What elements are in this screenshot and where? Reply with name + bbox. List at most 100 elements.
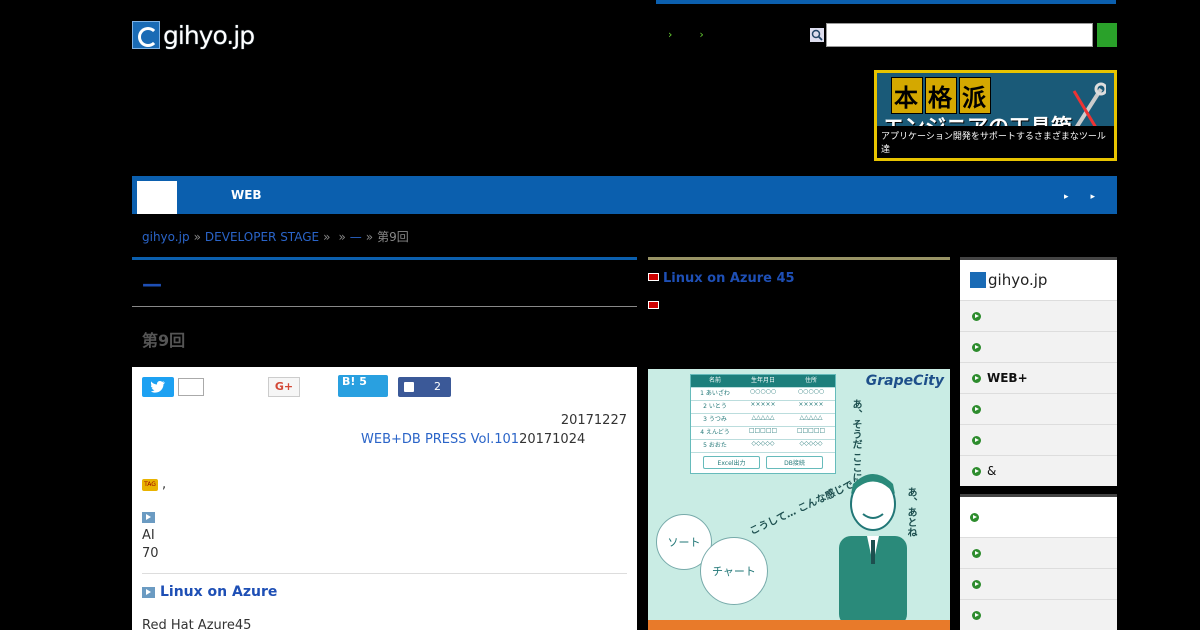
- section-heading-text: Linux on Azure: [160, 584, 278, 600]
- search-input[interactable]: [826, 23, 1093, 47]
- gplus-share-button[interactable]: G+: [268, 377, 300, 397]
- sidebar-item-4[interactable]: [960, 393, 1117, 424]
- engineer-toolbox-banner[interactable]: 本格派 エンジニアの工具箱 アプリケーション開発をサポートするさまざまなツール達: [874, 70, 1117, 161]
- logo-text: gihyo.jp: [163, 20, 255, 50]
- arrow-circle-icon: [972, 610, 981, 620]
- ad-cell: 3 うつみ: [703, 416, 727, 423]
- nav-item-1[interactable]: [137, 181, 177, 214]
- section-arrow-icon: [142, 586, 155, 598]
- arrow-circle-icon: [972, 466, 981, 476]
- nav-item-4[interactable]: [280, 176, 316, 214]
- sidebar-block-2-item-3[interactable]: [960, 599, 1117, 630]
- breadcrumb-home[interactable]: gihyo.jp: [142, 230, 190, 244]
- ad-table-row: 5 おおた ◇◇◇◇◇ ◇◇◇◇◇: [691, 440, 835, 453]
- magazine-link[interactable]: WEB+DB PRESS Vol.101: [361, 432, 519, 447]
- sidebar-item-2[interactable]: [960, 331, 1117, 362]
- social-buttons: G+ B! 5 2: [142, 375, 627, 397]
- ad-cell: ◇◇◇◇◇: [751, 440, 775, 447]
- top-accent-bar: [656, 0, 1116, 4]
- logo-mark-icon: [132, 21, 160, 49]
- breadcrumb-item-4[interactable]: —: [350, 230, 362, 244]
- ad-cell: □□□□□: [748, 427, 778, 434]
- ad-table-header: 名前 生年月日 住所: [691, 375, 835, 388]
- nav-right-links: [1064, 188, 1117, 202]
- breadcrumb-sep: »: [365, 230, 374, 244]
- search-button[interactable]: [1097, 23, 1117, 47]
- article-body: G+ B! 5 2 20171227 WEB+DB PRESS Vol.1012…: [132, 367, 637, 630]
- tag-icon: TAG: [142, 478, 158, 491]
- sidebar-logo-text: gihyo.jp: [988, 271, 1048, 289]
- sidebar-item-5[interactable]: [960, 424, 1117, 455]
- body-line-2: 70: [142, 546, 159, 561]
- sidebar-block-2: [960, 494, 1117, 630]
- facebook-like-button[interactable]: 2: [398, 377, 451, 397]
- ad-cell: ○○○○○: [797, 388, 825, 395]
- top-link-1[interactable]: [668, 28, 675, 41]
- news-item-1-text: Linux on Azure 45: [663, 271, 795, 286]
- sidebar-block-2-item-2[interactable]: [960, 568, 1117, 599]
- sidebar-item-1[interactable]: [960, 300, 1117, 331]
- nav-right-link-1[interactable]: [1064, 188, 1071, 202]
- sidebar-logo-head: gihyo.jp: [960, 260, 1117, 300]
- site-logo[interactable]: gihyo.jp: [132, 18, 274, 52]
- sidebar-block-gihyo: gihyo.jp WEB+ &: [960, 257, 1117, 486]
- article-title[interactable]: —: [132, 260, 637, 307]
- ad-table-buttons: Excel出力 DB接続: [691, 453, 835, 472]
- sidebar-block-2-item-1[interactable]: [960, 537, 1117, 568]
- breadcrumb-current: 第9回: [377, 230, 409, 244]
- body-text-2: Red Hat Azure45: [142, 618, 252, 630]
- twitter-share-button[interactable]: [142, 377, 174, 397]
- news-column: Linux on Azure 45: [648, 257, 950, 316]
- search-icon: [810, 28, 824, 42]
- ad-table-row: 2 いとう ××××× ×××××: [691, 401, 835, 414]
- breadcrumb-developer-stage[interactable]: DEVELOPER STAGE: [205, 230, 319, 244]
- ad-cell: ×××××: [798, 401, 824, 408]
- news-item-2[interactable]: [648, 288, 950, 316]
- news-item-1[interactable]: Linux on Azure 45: [648, 260, 950, 288]
- ad-table-row: 4 えんどう □□□□□ □□□□□: [691, 427, 835, 440]
- banner-char-3: 派: [959, 77, 991, 114]
- ad-cell: ×××××: [750, 401, 776, 408]
- banner-char-1: 本: [891, 77, 923, 114]
- banner-title-chars: 本格派: [891, 77, 993, 114]
- sidebar-item-6[interactable]: &: [960, 455, 1117, 486]
- ad-bubble-chart: チャート: [700, 537, 768, 605]
- arrow-circle-icon: [972, 548, 981, 558]
- banner-char-2: 格: [925, 77, 957, 114]
- nav-item-2[interactable]: [177, 176, 213, 214]
- ad-cell: 1 あいざわ: [700, 390, 730, 397]
- ad-header-cell: 名前: [708, 377, 721, 384]
- arrow-circle-icon: [972, 373, 981, 383]
- breadcrumb: gihyo.jp» DEVELOPER STAGE»» —» 第9回: [142, 228, 409, 245]
- right-sidebar: gihyo.jp WEB+ &: [960, 257, 1117, 630]
- nav-item-web[interactable]: WEB: [213, 176, 280, 214]
- ad-table-row: 1 あいざわ ○○○○○ ○○○○○: [691, 388, 835, 401]
- twitter-icon: [150, 380, 165, 393]
- ad-cell: 4 えんどう: [700, 429, 730, 436]
- article-subtitle: 第9回: [142, 331, 186, 350]
- hatena-bookmark-button[interactable]: B! 5: [338, 375, 388, 397]
- tags-text: ,: [162, 477, 167, 492]
- sidebar-item-label: WEB+: [987, 371, 1028, 385]
- sidebar-block-2-head: [960, 497, 1117, 537]
- grapecity-ad[interactable]: 名前 生年月日 住所 1 あいざわ ○○○○○ ○○○○○ 2 いとう ××××× ××××…: [648, 369, 950, 630]
- sidebar-item-web[interactable]: WEB+: [960, 362, 1117, 393]
- sidebar-logo-icon: [970, 272, 986, 288]
- sidebar-item-label: &: [987, 464, 997, 478]
- sidebar-logo[interactable]: gihyo.jp: [970, 271, 1047, 289]
- main-nav: WEB: [132, 176, 1117, 214]
- ad-bottom-strip: [648, 620, 950, 630]
- top-link-2[interactable]: [699, 28, 706, 41]
- arrow-circle-icon: [972, 435, 981, 445]
- tags-row: TAG ,: [142, 477, 627, 492]
- ad-db-button: DB接続: [766, 456, 823, 469]
- article-header: — 第9回: [132, 257, 637, 371]
- magazine-date: 20171024: [519, 432, 586, 447]
- ad-cell: □□□□□: [796, 427, 826, 434]
- arrow-circle-icon: [972, 404, 981, 414]
- top-links: [668, 28, 707, 41]
- ad-cell: △△△△△: [799, 414, 823, 421]
- breadcrumb-sep: »: [338, 230, 346, 244]
- ad-cell: ◇◇◇◇◇: [799, 440, 823, 447]
- nav-right-link-2[interactable]: [1090, 188, 1097, 202]
